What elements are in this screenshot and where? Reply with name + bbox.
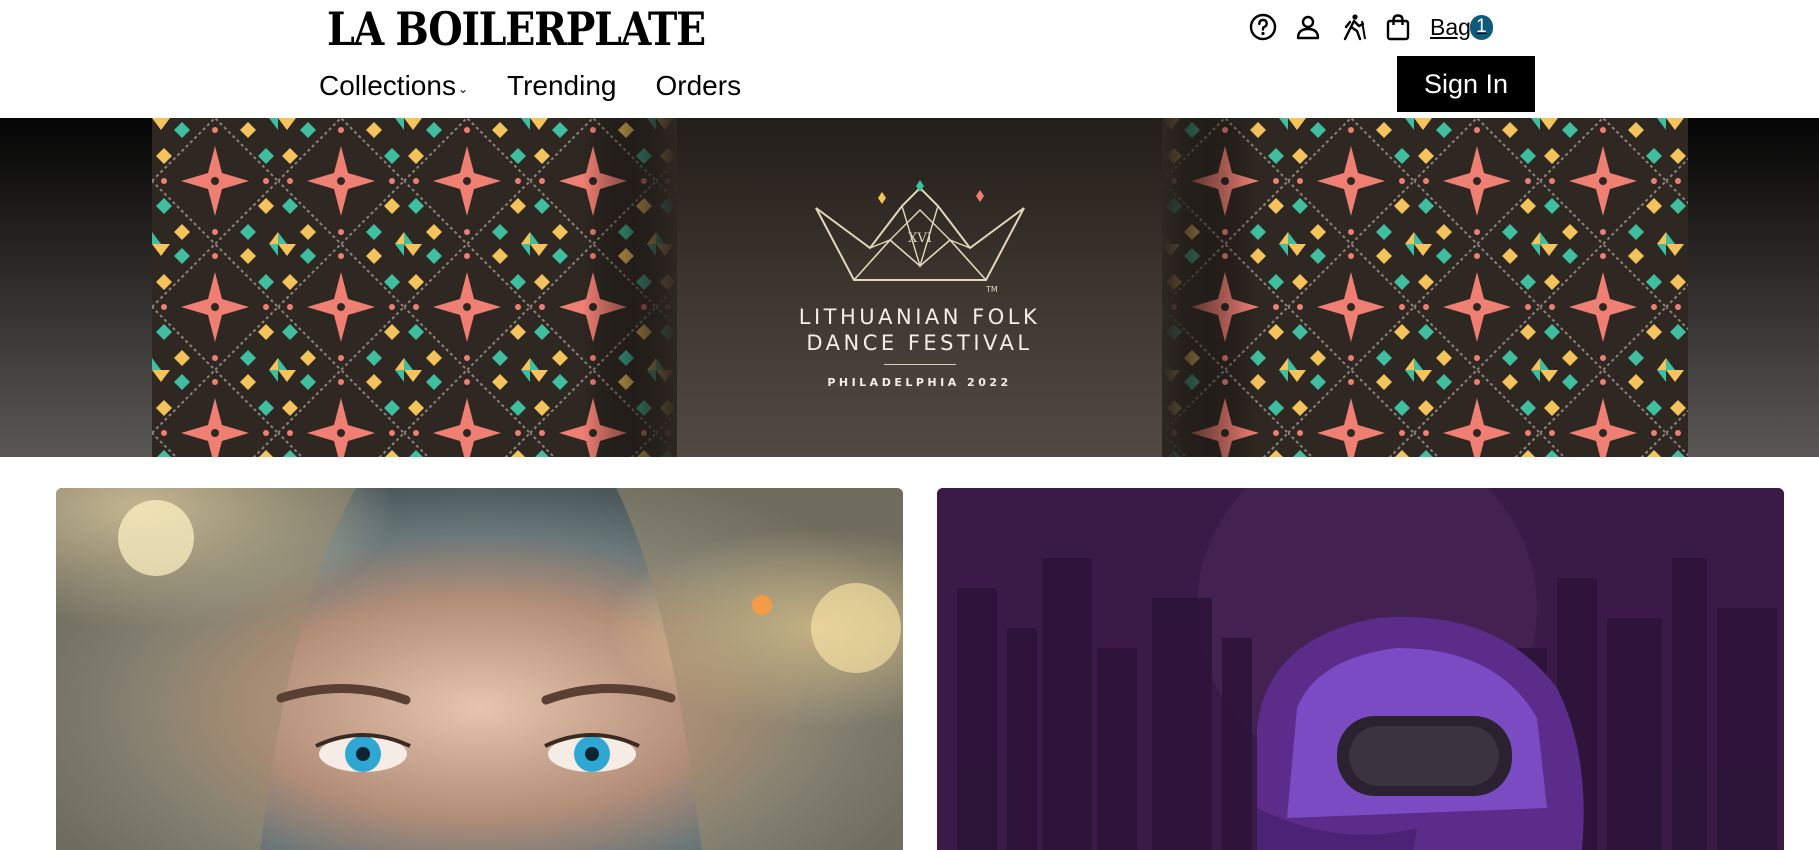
festival-banner[interactable]: XVI TM LITHUANIAN FOLK DANCE FESTIVAL PH…	[152, 118, 1688, 457]
woman-portrait-image	[56, 488, 903, 850]
crown-numeral: XVI	[908, 231, 932, 246]
banner-title-line1: LITHUANIAN FOLK	[798, 305, 1041, 329]
banner-title-line2: DANCE FESTIVAL	[806, 331, 1033, 355]
nav-trending-label: Trending	[507, 70, 617, 101]
main-nav: Collections ⌄ Trending Orders	[319, 65, 780, 107]
nav-orders-label: Orders	[655, 70, 742, 101]
banner-title: LITHUANIAN FOLK DANCE FESTIVAL	[799, 304, 1040, 356]
nav-collections[interactable]: Collections ⌄	[319, 65, 468, 107]
crown-emblem-icon: XVI TM	[814, 180, 1025, 294]
sign-in-button[interactable]: Sign In	[1397, 56, 1535, 112]
user-icon[interactable]	[1291, 10, 1325, 44]
trademark-mark: TM	[985, 285, 998, 294]
bag-link[interactable]: Bag 1	[1430, 14, 1493, 41]
banner-subtitle: PHILADELPHIA 2022	[827, 376, 1012, 389]
banner-divider	[883, 364, 956, 365]
shopping-bag-icon[interactable]	[1381, 10, 1415, 44]
chevron-down-icon: ⌄	[457, 82, 469, 96]
nav-collections-label: Collections	[319, 70, 456, 101]
folk-pattern-left	[152, 118, 677, 457]
nav-orders[interactable]: Orders	[656, 68, 742, 104]
bag-count-badge: 1	[1469, 14, 1493, 40]
artwork-card-vr-astronaut[interactable]	[937, 488, 1784, 850]
site-logo[interactable]: LA BOILERPLATE	[327, 4, 706, 54]
vr-astronaut-image	[937, 488, 1784, 850]
banner-center: XVI TM LITHUANIAN FOLK DANCE FESTIVAL PH…	[677, 118, 1162, 457]
nav-trending[interactable]: Trending	[507, 68, 616, 104]
header-icons: Bag 1	[1246, 10, 1493, 44]
help-icon[interactable]	[1246, 10, 1280, 44]
site-header: LA BOILERPLATE Collections ⌄ Trending Or…	[0, 0, 1819, 118]
folk-pattern-right	[1162, 118, 1688, 457]
artwork-card-woman-portrait[interactable]	[56, 488, 903, 850]
hiker-icon[interactable]	[1336, 10, 1370, 44]
bag-label: Bag	[1430, 13, 1471, 40]
